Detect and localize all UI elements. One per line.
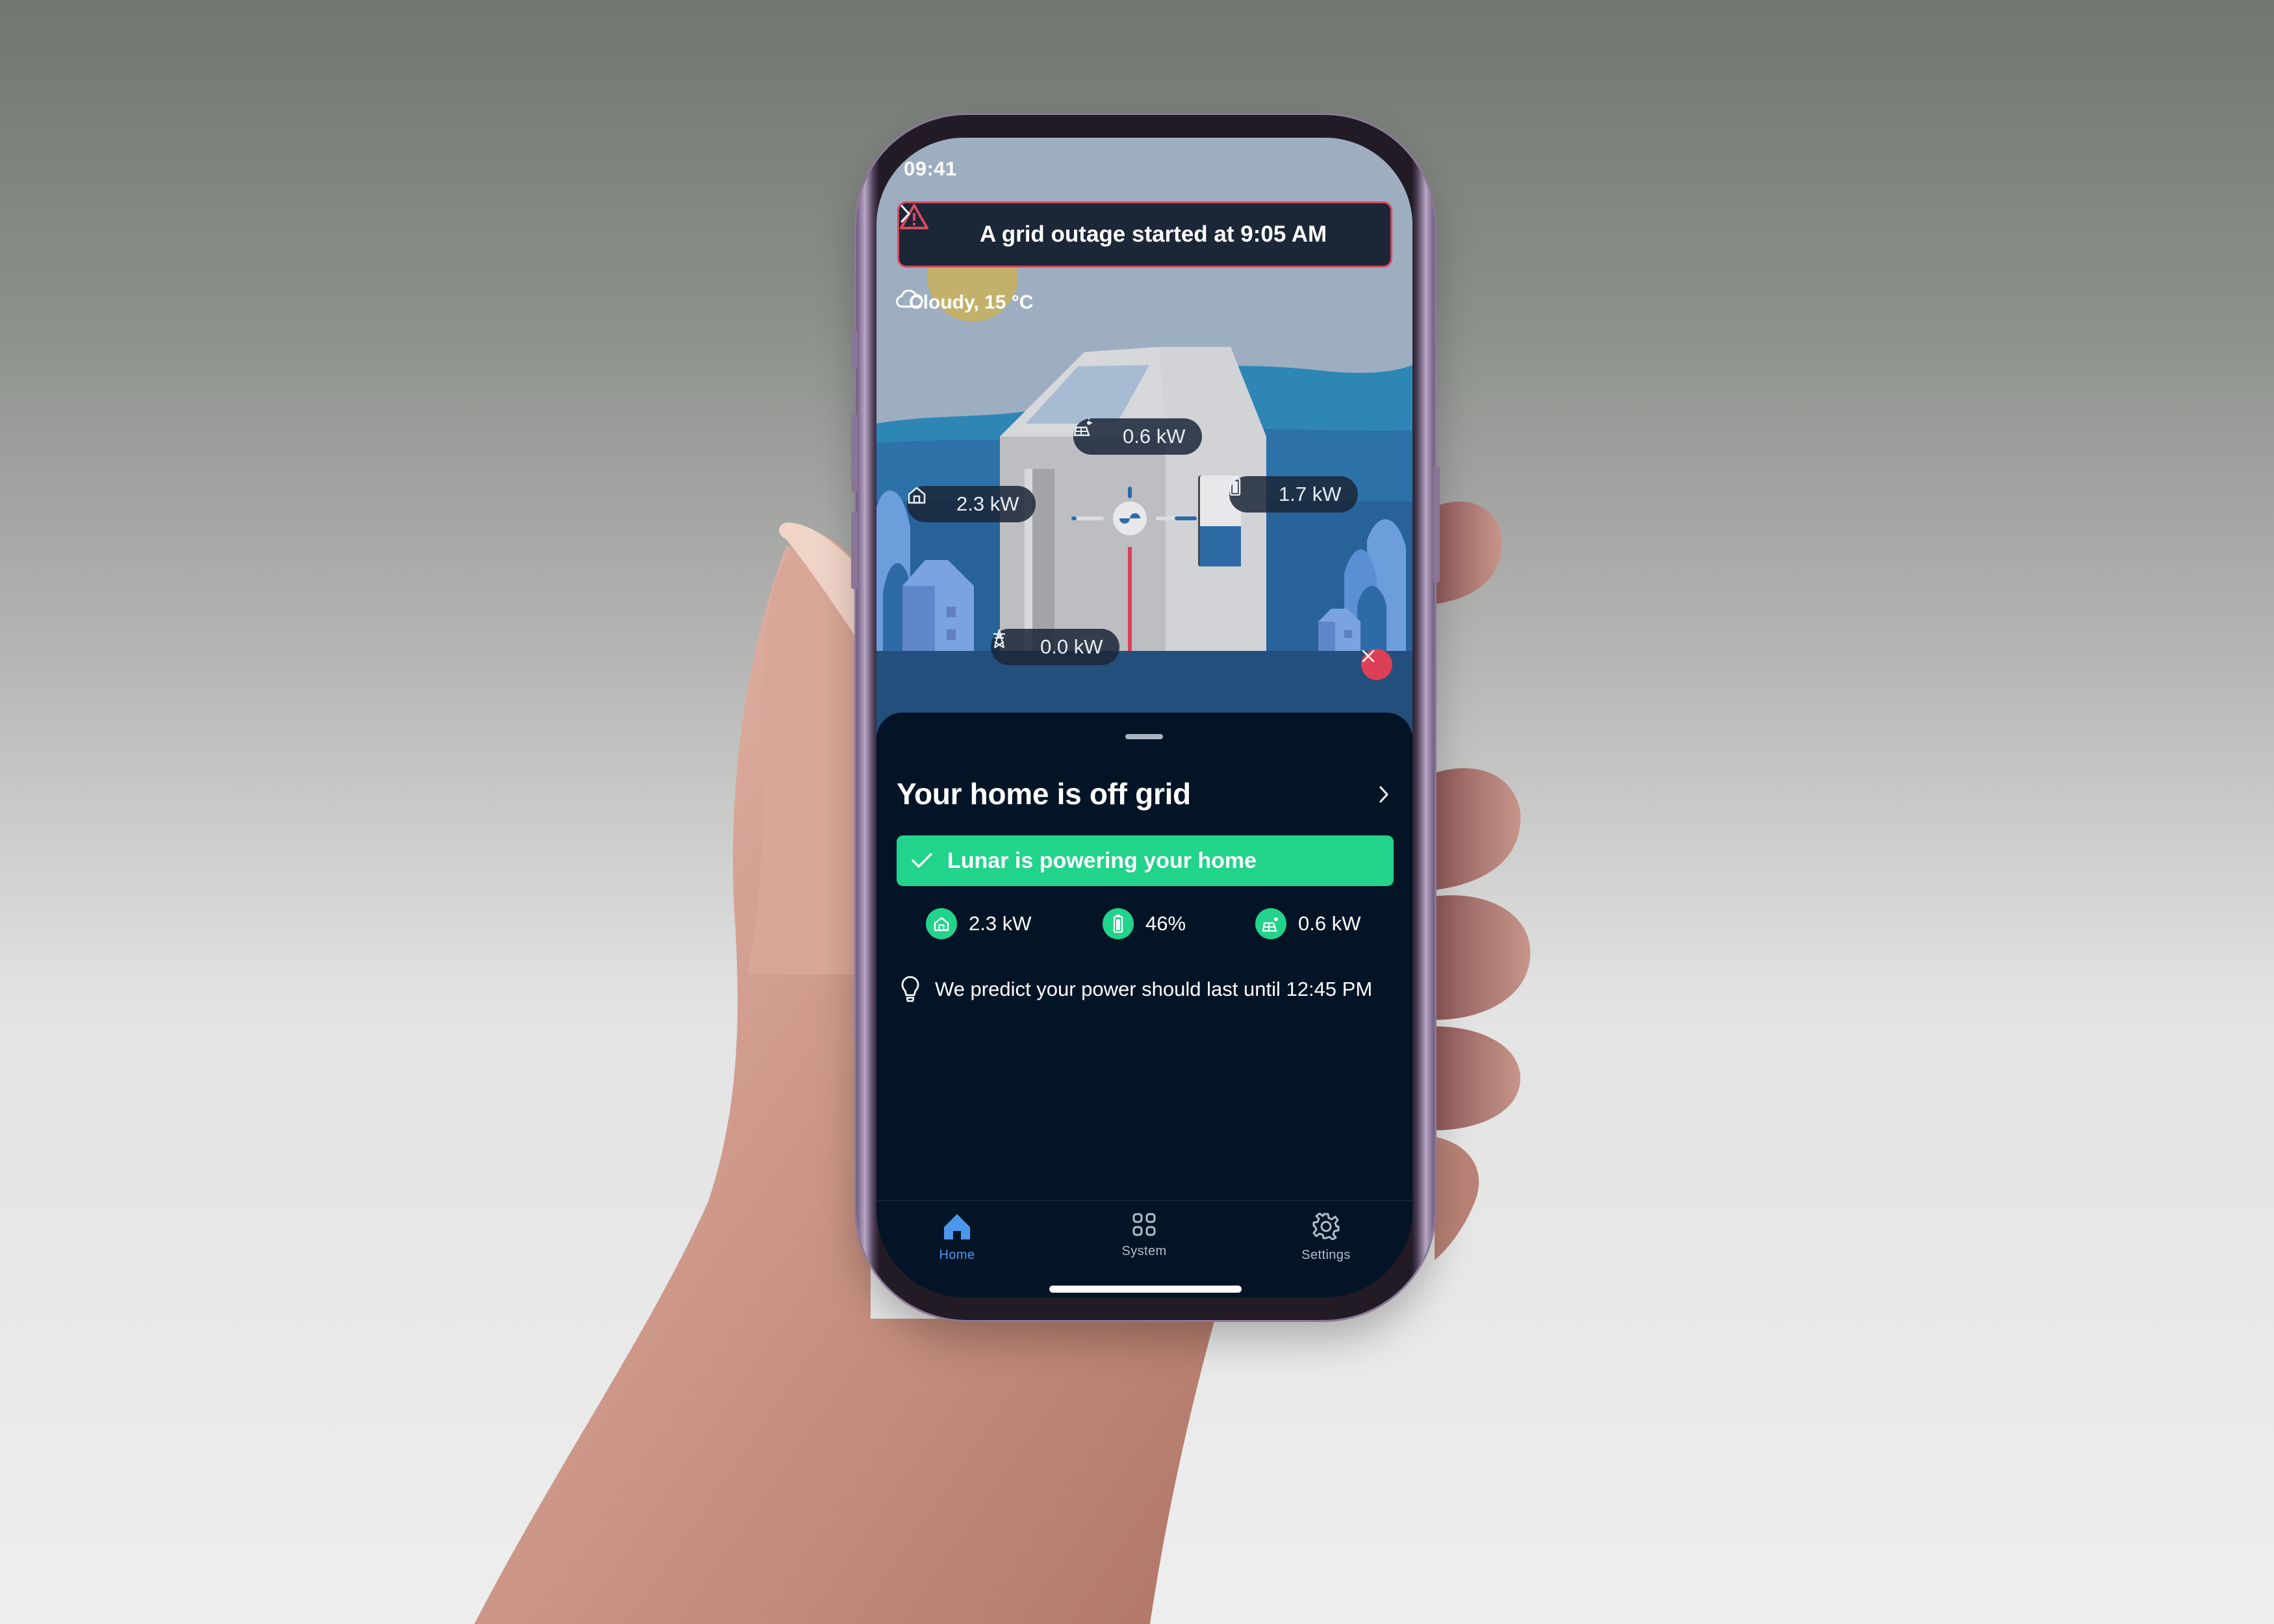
home-icon [908, 487, 942, 515]
cloud-icon [896, 290, 923, 308]
home-consumption-value: 2.3 kW [956, 492, 1019, 515]
mute-switch [851, 329, 858, 368]
tab-settings[interactable]: Settings [1274, 1213, 1378, 1278]
checkmark-icon [912, 853, 932, 868]
status-bar: 09:41 [876, 138, 1412, 190]
power-pylon-icon [993, 629, 1026, 658]
battery-fill [1200, 526, 1241, 566]
status-bottom-sheet: Your home is off grid Lunar is powering … [876, 713, 1412, 1297]
weather-info: Cloudy, 15 °C [896, 290, 1033, 316]
tab-label: System [1121, 1244, 1167, 1258]
grid-disconnected-indicator[interactable] [1361, 649, 1392, 680]
prediction-text: We predict your power should last until … [935, 978, 1373, 1000]
sheet-drag-handle[interactable] [1125, 734, 1163, 739]
chevron-right-icon [901, 205, 910, 223]
grid-power-value: 0.0 kW [1040, 635, 1103, 658]
tab-label: Settings [1301, 1248, 1351, 1262]
powering-status-banner: Lunar is powering your home [897, 835, 1394, 886]
bottom-tab-bar: Home System Settings [876, 1200, 1412, 1297]
grid-outage-alert[interactable]: A grid outage started at 9:05 AM [897, 201, 1392, 268]
lightbulb-icon [901, 976, 919, 1002]
solar-power-badge[interactable]: 0.6 kW [1073, 418, 1203, 455]
stat-solar-value: 0.6 kW [1298, 912, 1361, 935]
volume-up-button [851, 414, 858, 492]
alert-text: A grid outage started at 9:05 AM [980, 222, 1327, 247]
status-time: 09:41 [904, 157, 957, 180]
tab-home[interactable]: Home [905, 1213, 1009, 1278]
grid-power-badge[interactable]: 0.0 kW [991, 629, 1120, 665]
stat-home-consumption: 2.3 kW [926, 907, 1031, 940]
solar-power-value: 0.6 kW [1123, 425, 1186, 448]
tab-label: Home [939, 1248, 975, 1262]
stat-home-value: 2.3 kW [969, 912, 1032, 935]
home-consumption-badge[interactable]: 2.3 kW [907, 486, 1036, 522]
weather-text: Cloudy, 15 °C [909, 292, 1034, 313]
gear-icon [1312, 1213, 1340, 1240]
stat-battery-value: 46% [1145, 912, 1186, 935]
volume-down-button [851, 511, 858, 589]
phone-frame: 09:41 A grid outage started at 9:05 AM C… [851, 115, 1440, 1320]
energy-stats-row: 2.3 kW 46% 0.6 kW [876, 907, 1412, 940]
battery-power-value: 1.7 kW [1279, 483, 1342, 505]
battery-icon [1103, 908, 1134, 939]
stat-solar-production: 0.6 kW [1255, 907, 1361, 940]
power-prediction: We predict your power should last until … [901, 974, 1372, 1004]
solar-panel-icon [1255, 908, 1286, 939]
grid-icon [1132, 1213, 1156, 1236]
battery-icon [876, 138, 909, 153]
battery-power-badge[interactable]: 1.7 kW [1229, 476, 1359, 513]
solar-panel-icon [1073, 418, 1108, 448]
power-button [1433, 466, 1440, 583]
app-screen: 09:41 A grid outage started at 9:05 AM C… [876, 138, 1412, 1297]
close-icon [1362, 650, 1375, 663]
home-icon [926, 908, 957, 939]
home-icon [944, 1214, 970, 1239]
battery-icon [1229, 476, 1264, 505]
chevron-right-icon[interactable] [1377, 784, 1390, 805]
tab-system[interactable]: System [1092, 1213, 1196, 1278]
powering-status-text: Lunar is powering your home [947, 848, 1257, 873]
energy-flow-scene: 09:41 A grid outage started at 9:05 AM C… [876, 138, 1412, 735]
stat-battery-level: 46% [1103, 907, 1186, 940]
home-indicator[interactable] [1049, 1286, 1242, 1293]
off-grid-title[interactable]: Your home is off grid [897, 776, 1191, 811]
